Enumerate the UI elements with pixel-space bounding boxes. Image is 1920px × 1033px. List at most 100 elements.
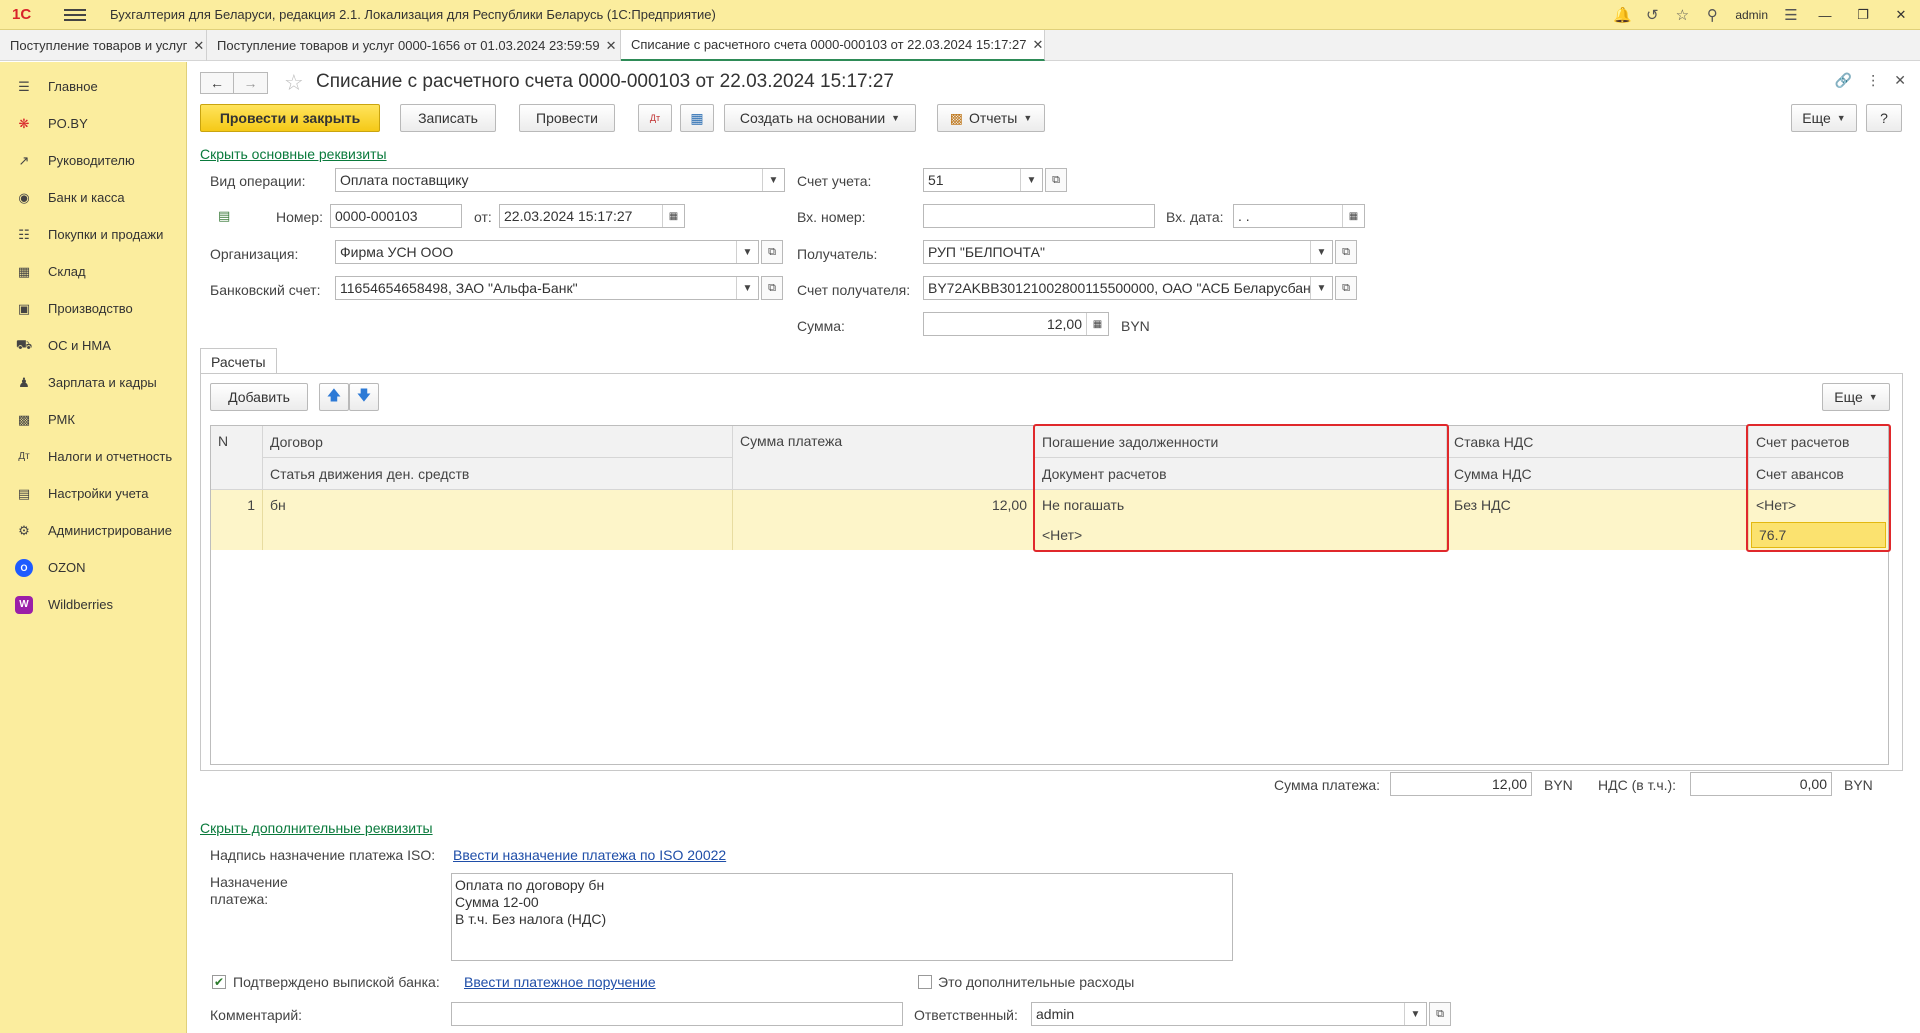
add-row-button[interactable]: Добавить	[210, 383, 308, 411]
close-icon[interactable]: ✕	[1882, 0, 1920, 30]
close-tab-icon[interactable]: ✕	[606, 38, 617, 54]
open-organization-icon[interactable]: ⧉	[761, 240, 783, 264]
cell-vat-rate[interactable]: Без НДС	[1447, 490, 1749, 520]
bell-icon[interactable]: 🔔	[1607, 0, 1637, 30]
sidebar-item-ozon[interactable]: O OZON	[0, 549, 186, 586]
sidebar-item-poby[interactable]: ❋ PO.BY	[0, 105, 186, 142]
incoming-date-field[interactable]: . . ▦	[1233, 204, 1365, 228]
col-header-contract[interactable]: Договор	[263, 426, 733, 458]
sidebar-item-pos[interactable]: ▩ РМК	[0, 401, 186, 438]
incoming-number-field[interactable]	[923, 204, 1155, 228]
chevron-down-icon[interactable]: ▼	[736, 241, 758, 263]
operation-field[interactable]: Оплата поставщику ▼	[335, 168, 785, 192]
calendar-icon[interactable]: ▦	[1342, 205, 1364, 227]
sidebar-item-salary[interactable]: ♟ Зарплата и кадры	[0, 364, 186, 401]
purpose-label-line1: Назначение	[210, 874, 288, 890]
more-actions-icon[interactable]: ⋮	[1866, 72, 1880, 89]
chevron-down-icon[interactable]: ▼	[1404, 1003, 1426, 1025]
help-button[interactable]: ?	[1866, 104, 1902, 132]
save-button[interactable]: Записать	[400, 104, 496, 132]
close-tab-icon[interactable]: ✕	[193, 38, 204, 54]
number-label: Номер:	[276, 209, 323, 225]
sidebar-item-production[interactable]: ▣ Производство	[0, 290, 186, 327]
iso-purpose-link[interactable]: Ввести назначение платежа по ISO 20022	[453, 847, 726, 863]
more-button[interactable]: Еще ▼	[1791, 104, 1857, 132]
sidebar-item-warehouse[interactable]: ▦ Склад	[0, 253, 186, 290]
forward-arrow-icon[interactable]: →	[234, 72, 268, 94]
chevron-down-icon[interactable]: ▼	[736, 277, 758, 299]
settings-menu-icon[interactable]: ☰	[1776, 0, 1806, 30]
open-responsible-icon[interactable]: ⧉	[1429, 1002, 1451, 1026]
structure-icon[interactable]: ▦	[680, 104, 714, 132]
sidebar-item-main[interactable]: ☰ Главное	[0, 68, 186, 105]
payment-purpose-textarea[interactable]: Оплата по договору бн Сумма 12-00 В т.ч.…	[451, 873, 1233, 961]
user-name[interactable]: admin	[1735, 8, 1768, 22]
tab-write-off-doc[interactable]: Списание с расчетного счета 0000-000103 …	[621, 30, 1045, 61]
hide-main-details-link[interactable]: Скрыть основные реквизиты	[200, 146, 387, 162]
cell-cash-flow[interactable]	[263, 520, 733, 550]
cell-contract[interactable]: бн	[263, 490, 733, 520]
calendar-icon[interactable]: ▦	[662, 205, 684, 227]
sidebar-item-sales[interactable]: ☷ Покупки и продажи	[0, 216, 186, 253]
open-bank-account-icon[interactable]: ⧉	[761, 276, 783, 300]
favorite-star-icon[interactable]: ☆	[284, 70, 304, 96]
number-field[interactable]: 0000-000103	[330, 204, 462, 228]
sidebar-item-wildberries[interactable]: W Wildberries	[0, 586, 186, 623]
sidebar-item-manager[interactable]: ↗ Руководителю	[0, 142, 186, 179]
history-icon[interactable]: ↺	[1637, 0, 1667, 30]
open-account-icon[interactable]: ⧉	[1045, 168, 1067, 192]
col-header-vat-rate[interactable]: Ставка НДС	[1447, 426, 1749, 458]
hide-additional-details-link[interactable]: Скрыть дополнительные реквизиты	[200, 820, 433, 836]
minimize-icon[interactable]: —	[1806, 0, 1844, 30]
responsible-field[interactable]: admin ▼	[1031, 1002, 1427, 1026]
chevron-down-icon[interactable]: ▼	[1020, 169, 1042, 191]
main-menu-icon[interactable]	[64, 8, 86, 21]
chevron-down-icon[interactable]: ▼	[762, 169, 784, 191]
date-field[interactable]: 22.03.2024 15:17:27 ▦	[499, 204, 685, 228]
cell-payment-sum[interactable]: 12,00	[733, 490, 1035, 520]
account-field[interactable]: 51 ▼	[923, 168, 1043, 192]
open-recipient-icon[interactable]: ⧉	[1335, 240, 1357, 264]
cell-vat-sum[interactable]	[1447, 520, 1749, 550]
chevron-down-icon[interactable]: ▼	[1310, 241, 1332, 263]
table-more-button[interactable]: Еще ▼	[1822, 383, 1890, 411]
move-up-icon[interactable]: 🡅	[319, 383, 349, 411]
sidebar-item-bank[interactable]: ◉ Банк и касса	[0, 179, 186, 216]
close-form-icon[interactable]: ✕	[1894, 72, 1906, 89]
tab-settlements[interactable]: Расчеты	[200, 348, 277, 374]
extra-expenses-checkbox[interactable]	[918, 975, 932, 989]
bank-confirmed-checkbox[interactable]: ✔	[212, 975, 226, 989]
sidebar-item-admin[interactable]: ⚙ Администрирование	[0, 512, 186, 549]
organization-field[interactable]: Фирма УСН ООО ▼	[335, 240, 759, 264]
star-icon[interactable]: ☆	[1667, 0, 1697, 30]
dt-kt-icon[interactable]: Дт	[638, 104, 672, 132]
post-button[interactable]: Провести	[519, 104, 615, 132]
move-down-icon[interactable]: 🡇	[349, 383, 379, 411]
recipient-field[interactable]: РУП "БЕЛПОЧТА" ▼	[923, 240, 1333, 264]
col-header-cash-flow[interactable]: Статья движения ден. средств	[263, 458, 733, 490]
sidebar-item-assets[interactable]: ⛟ ОС и НМА	[0, 327, 186, 364]
reports-button[interactable]: ▩ Отчеты ▼	[937, 104, 1045, 132]
open-recipient-account-icon[interactable]: ⧉	[1335, 276, 1357, 300]
tab-receipt-doc[interactable]: Поступление товаров и услуг 0000-1656 от…	[207, 30, 621, 61]
create-based-on-button[interactable]: Создать на основании ▼	[724, 104, 916, 132]
col-header-n[interactable]: N	[211, 426, 263, 490]
comment-field[interactable]	[451, 1002, 903, 1026]
tab-receipt-list[interactable]: Поступление товаров и услуг ✕	[0, 30, 207, 61]
sidebar-item-taxes[interactable]: Дт Налоги и отчетность	[0, 438, 186, 475]
restore-icon[interactable]: ❐	[1844, 0, 1882, 30]
sidebar-item-settings[interactable]: ▤ Настройки учета	[0, 475, 186, 512]
recipient-account-field[interactable]: BY72AKBB30121002800115500000, ОАО "АСБ Б…	[923, 276, 1333, 300]
chevron-down-icon[interactable]: ▼	[1310, 277, 1332, 299]
calculator-icon[interactable]: ▦	[1086, 313, 1108, 335]
link-icon[interactable]: 🔗	[1835, 72, 1852, 89]
payment-order-link[interactable]: Ввести платежное поручение	[464, 974, 656, 990]
post-and-close-button[interactable]: Провести и закрыть	[200, 104, 380, 132]
sum-field[interactable]: 12,00 ▦	[923, 312, 1109, 336]
back-arrow-icon[interactable]: ←	[200, 72, 234, 94]
bank-account-field[interactable]: 11654654658498, ЗАО "Альфа-Банк" ▼	[335, 276, 759, 300]
col-header-payment-sum[interactable]: Сумма платежа	[733, 426, 1035, 490]
col-header-vat-sum[interactable]: Сумма НДС	[1447, 458, 1749, 490]
close-tab-icon[interactable]: ✕	[1032, 37, 1043, 53]
search-icon[interactable]: ⚲	[1697, 0, 1727, 30]
